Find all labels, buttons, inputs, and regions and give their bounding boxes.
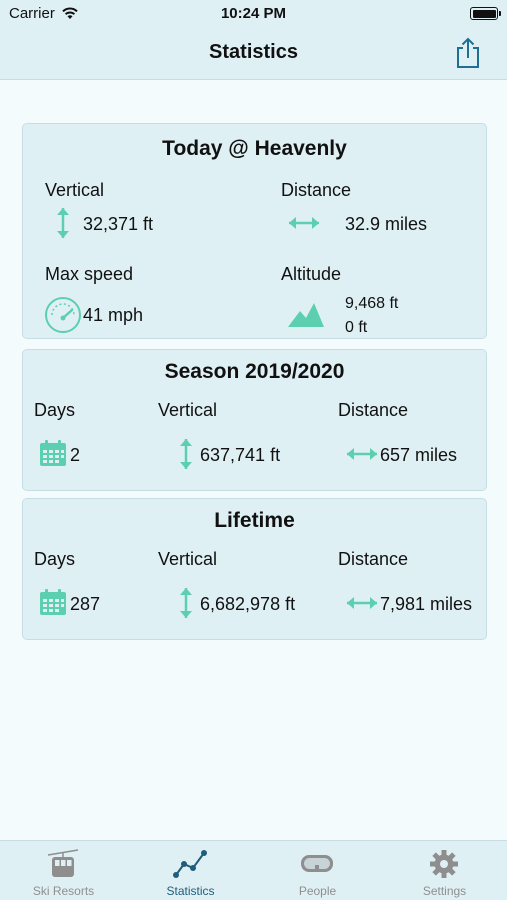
tab-settings-label: Settings xyxy=(422,884,467,898)
season-days-label: Days xyxy=(34,400,76,420)
vertical-arrow-icon xyxy=(180,588,192,618)
tab-people[interactable]: People xyxy=(254,841,381,900)
tab-statistics-label: Statistics xyxy=(166,884,215,898)
share-icon[interactable] xyxy=(453,36,483,70)
today-distance-label: Distance xyxy=(281,180,352,200)
season-distance-label: Distance xyxy=(338,400,409,420)
goggles-icon xyxy=(301,855,333,872)
lifetime-distance-label: Distance xyxy=(338,549,409,569)
lifetime-title: Lifetime xyxy=(214,509,295,532)
lifetime-vertical-value: 6,682,978 ft xyxy=(200,594,296,614)
today-vertical-value: 32,371 ft xyxy=(83,214,154,234)
tab-bar: Ski Resorts Statistics People Settings xyxy=(0,840,507,900)
speedometer-icon xyxy=(45,297,81,333)
lifetime-days-label: Days xyxy=(34,549,76,569)
gondola-icon xyxy=(47,849,79,877)
today-title: Today @ Heavenly xyxy=(162,137,347,160)
tab-people-label: People xyxy=(298,884,337,898)
vertical-arrow-icon xyxy=(180,439,192,469)
today-altitude-max: 9,468 ft xyxy=(345,295,399,312)
today-altitude-label: Altitude xyxy=(281,264,342,284)
lifetime-days-value: 287 xyxy=(70,594,101,614)
season-vertical-value: 637,741 ft xyxy=(200,445,281,465)
today-card: Today @ Heavenly Vertical 32,371 ft Dist… xyxy=(22,123,487,339)
nav-bar: Statistics xyxy=(0,28,507,80)
tab-statistics[interactable]: Statistics xyxy=(127,841,254,900)
vertical-arrow-icon xyxy=(57,208,69,238)
today-max-speed-label: Max speed xyxy=(45,264,134,284)
battery-icon xyxy=(470,7,501,20)
gear-icon xyxy=(430,850,458,878)
season-days-value: 2 xyxy=(70,445,81,465)
season-distance-value: 657 miles xyxy=(380,445,458,465)
status-time: 10:24 PM xyxy=(220,5,287,22)
chart-icon xyxy=(173,850,207,878)
horizontal-arrow-icon xyxy=(289,217,319,229)
tab-settings[interactable]: Settings xyxy=(381,841,507,900)
season-card: Season 2019/2020 Days 2 Vertical 637,741… xyxy=(22,349,487,491)
lifetime-vertical-label: Vertical xyxy=(158,549,218,569)
tab-ski-resorts-label: Ski Resorts xyxy=(32,884,95,898)
status-bar: Carrier 10:24 PM xyxy=(0,0,507,28)
season-title: Season 2019/2020 xyxy=(164,360,345,383)
horizontal-arrow-icon xyxy=(347,597,377,609)
page-title: Statistics xyxy=(209,41,298,63)
mountain-icon xyxy=(288,303,324,327)
season-vertical-label: Vertical xyxy=(158,400,218,420)
today-altitude-min: 0 ft xyxy=(345,319,368,336)
tab-ski-resorts[interactable]: Ski Resorts xyxy=(0,841,127,900)
today-max-speed-value: 41 mph xyxy=(83,305,144,325)
lifetime-distance-value: 7,981 miles xyxy=(380,594,473,614)
calendar-icon xyxy=(40,589,66,615)
horizontal-arrow-icon xyxy=(347,448,377,460)
lifetime-card: Lifetime Days 287 Vertical 6,682,978 ft … xyxy=(22,498,487,640)
today-distance-value: 32.9 miles xyxy=(345,214,428,234)
calendar-icon xyxy=(40,440,66,466)
today-vertical-label: Vertical xyxy=(45,180,105,200)
